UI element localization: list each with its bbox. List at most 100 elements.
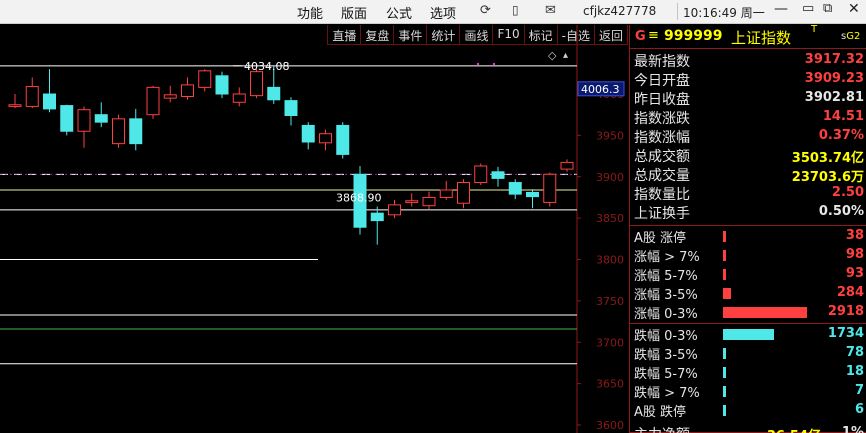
refresh-icon[interactable]: ⟳ bbox=[480, 3, 491, 18]
candle-up[interactable] bbox=[457, 182, 470, 204]
phone-icon[interactable]: ▯ bbox=[512, 3, 519, 17]
decline-label: A股 跌停 bbox=[634, 405, 687, 420]
candle-up[interactable] bbox=[560, 161, 574, 170]
index-code: 999999 bbox=[664, 28, 723, 44]
main-flow-value: 36.54亿 bbox=[767, 425, 821, 433]
candle-up[interactable] bbox=[181, 84, 194, 97]
main-flow-extra: 1% bbox=[841, 425, 864, 433]
advance-bar bbox=[723, 288, 731, 299]
candle-up[interactable] bbox=[198, 70, 212, 88]
stat-value: 3503.74亿 bbox=[791, 151, 864, 166]
decline-row: 跌幅 3-5% 78 bbox=[630, 344, 866, 363]
candle-up[interactable] bbox=[405, 200, 419, 203]
stat-label: 指数涨幅 bbox=[634, 130, 690, 146]
tool-f10[interactable]: F10 bbox=[493, 25, 525, 44]
candle-down[interactable] bbox=[491, 171, 505, 179]
candle-down[interactable] bbox=[284, 100, 298, 117]
y-tick-label: 3750 bbox=[596, 295, 624, 308]
candle-down[interactable] bbox=[526, 191, 539, 198]
candle-up[interactable] bbox=[250, 71, 263, 97]
price-annotation: 4034.08 bbox=[244, 60, 290, 73]
minimize-icon[interactable]: — bbox=[774, 1, 788, 17]
collapse-icon[interactable]: ▴ bbox=[563, 50, 568, 61]
candle-down[interactable] bbox=[60, 105, 74, 132]
stat-label: 指数涨跌 bbox=[634, 111, 690, 127]
advance-count: 284 bbox=[836, 285, 864, 300]
tool-draw[interactable]: 画线 bbox=[460, 25, 494, 44]
decline-label: 跌幅 5-7% bbox=[634, 367, 698, 382]
kline-chart-area[interactable]: 4000395039003850380037503700365036004034… bbox=[0, 25, 628, 433]
kline-chart[interactable]: 4000395039003850380037503700365036004034… bbox=[0, 25, 628, 433]
marker-dot bbox=[476, 62, 480, 66]
candle-up[interactable] bbox=[439, 189, 453, 198]
tool-back[interactable]: 返回 bbox=[595, 25, 628, 44]
candle-up[interactable] bbox=[163, 94, 177, 99]
main-flow-label: 主力净额 bbox=[634, 424, 690, 433]
stat-label: 最新指数 bbox=[634, 54, 690, 70]
stat-value: 23703.6万 bbox=[791, 170, 864, 185]
account-name[interactable]: cfjkz427778 bbox=[583, 4, 656, 18]
decline-count: 18 bbox=[845, 364, 864, 379]
tool-events[interactable]: 事件 bbox=[394, 25, 428, 44]
tool-remove-watchlist[interactable]: -自选 bbox=[558, 25, 595, 44]
stat-row: 指数量比 2.50 bbox=[630, 184, 866, 203]
menu-formula[interactable]: 公式 bbox=[386, 3, 412, 22]
main-flow-row: 主力净额 36.54亿 1% bbox=[630, 424, 866, 433]
separator bbox=[677, 3, 678, 20]
candle-up[interactable] bbox=[319, 133, 332, 144]
candle-down[interactable] bbox=[215, 75, 229, 95]
candle-up[interactable] bbox=[422, 196, 436, 207]
candle-down[interactable] bbox=[370, 212, 384, 222]
decline-count: 78 bbox=[845, 345, 864, 360]
candle-down[interactable] bbox=[508, 182, 522, 195]
menu-options[interactable]: 选项 bbox=[430, 3, 456, 22]
stat-row: 今日开盘 3909.23 bbox=[630, 70, 866, 89]
candle-up[interactable] bbox=[25, 86, 39, 107]
decline-bar bbox=[723, 348, 726, 359]
y-tick-label: 3950 bbox=[596, 129, 624, 142]
stat-row: 最新指数 3917.32 bbox=[630, 51, 866, 70]
decline-count: 6 bbox=[854, 402, 864, 417]
menu-function[interactable]: 功能 bbox=[297, 3, 323, 22]
candle-up[interactable] bbox=[77, 109, 91, 132]
decline-bar bbox=[723, 386, 726, 397]
diamond-icon[interactable]: ◇ bbox=[548, 49, 557, 62]
restore-icon[interactable]: ⧉ bbox=[823, 1, 832, 16]
tool-mark[interactable]: 标记 bbox=[525, 25, 558, 44]
stat-value: 3902.81 bbox=[804, 90, 864, 105]
candle-up[interactable] bbox=[474, 165, 488, 184]
candle-up[interactable] bbox=[543, 173, 557, 203]
tool-stats[interactable]: 统计 bbox=[427, 25, 461, 44]
close-icon[interactable]: ✕ bbox=[848, 1, 860, 17]
message-icon[interactable]: ✉ bbox=[545, 3, 556, 18]
decline-label: 跌幅 > 7% bbox=[634, 386, 700, 401]
decline-bar bbox=[723, 367, 726, 378]
stat-row: 总成交量 23703.6万 bbox=[630, 165, 866, 185]
decline-count: 1734 bbox=[827, 326, 864, 341]
tool-replay[interactable]: 复盘 bbox=[361, 25, 395, 44]
decline-row: 跌幅 0-3% 1734 bbox=[630, 325, 866, 344]
stat-value: 3909.23 bbox=[804, 71, 864, 86]
candle-up[interactable] bbox=[8, 104, 22, 107]
candle-down[interactable] bbox=[267, 86, 281, 101]
candle-down[interactable] bbox=[43, 93, 56, 110]
group-indicator: G bbox=[635, 29, 646, 44]
candle-down[interactable] bbox=[336, 124, 350, 155]
candle-down[interactable] bbox=[301, 124, 315, 143]
tool-live[interactable]: 直播 bbox=[328, 25, 362, 44]
window-icon[interactable]: ▭ bbox=[802, 1, 814, 16]
candle-down[interactable] bbox=[94, 114, 108, 123]
stat-label: 总成交额 bbox=[634, 149, 690, 165]
decline-row: 跌幅 > 7% 7 bbox=[630, 382, 866, 401]
menu-layout[interactable]: 版面 bbox=[341, 3, 367, 22]
candle-up[interactable] bbox=[388, 204, 401, 216]
advance-count: 2918 bbox=[827, 304, 864, 319]
candle-up[interactable] bbox=[112, 118, 125, 145]
candle-up[interactable] bbox=[232, 93, 246, 103]
candle-up[interactable] bbox=[146, 86, 160, 116]
price-annotation: 3868.90 bbox=[336, 191, 382, 204]
y-tick-label: 3900 bbox=[596, 171, 624, 184]
menu-icon[interactable]: ≡ bbox=[648, 28, 659, 43]
candle-down[interactable] bbox=[129, 118, 143, 145]
advance-bar bbox=[723, 250, 726, 261]
